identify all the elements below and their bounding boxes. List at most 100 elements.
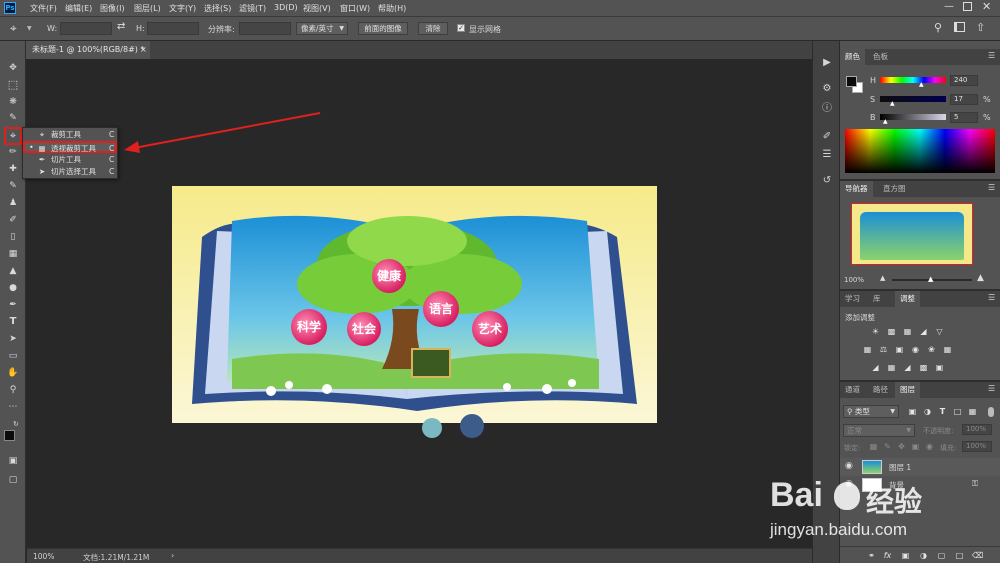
color-panel-foreground-swatch[interactable] — [846, 76, 857, 87]
layer-style-icon[interactable]: fx — [882, 551, 893, 561]
threshold-icon[interactable]: ◢ — [902, 363, 913, 373]
restore-icon[interactable] — [963, 2, 972, 11]
flyout-slice-tool[interactable]: ✒ 切片工具 C — [23, 154, 117, 166]
hue-slider[interactable] — [880, 77, 946, 83]
marquee-tool-icon[interactable]: ⬚ — [5, 78, 21, 92]
search-icon[interactable]: ⚲ — [934, 21, 942, 34]
document-size-info[interactable]: 文档:1.21M/1.21M — [83, 552, 149, 563]
vibrance-icon[interactable]: ▽ — [934, 327, 945, 337]
tab-adjustments[interactable]: 调整 — [895, 291, 920, 307]
invert-icon[interactable]: ◢ — [870, 363, 881, 373]
zoom-in-icon[interactable]: ▲ — [977, 273, 984, 283]
filter-shape-icon[interactable]: □ — [952, 407, 963, 417]
brightness-contrast-icon[interactable]: ☀ — [870, 327, 881, 337]
document-tab[interactable]: 未标题-1 @ 100%(RGB/8#) * × — [26, 41, 150, 59]
navigator-zoom-value[interactable]: 100% — [844, 276, 864, 284]
resolution-input[interactable] — [239, 22, 291, 35]
filter-adjustment-icon[interactable]: ◑ — [922, 407, 933, 417]
selective-color-icon[interactable]: ▣ — [934, 363, 945, 373]
layer-visibility-eye-icon[interactable]: ◉ — [845, 461, 853, 471]
menu-image[interactable]: 图像(I) — [100, 3, 125, 14]
flyout-slice-select-tool[interactable]: ➤ 切片选择工具 C — [23, 166, 117, 178]
panel-menu-icon[interactable]: ☰ — [988, 384, 995, 393]
color-spectrum[interactable] — [845, 129, 995, 173]
hue-saturation-icon[interactable]: ▦ — [862, 345, 873, 355]
channel-mixer-icon[interactable]: ❀ — [926, 345, 937, 355]
tab-navigator[interactable]: 导航器 — [840, 181, 873, 197]
tab-learn[interactable]: 学习 — [840, 291, 865, 307]
zoom-out-icon[interactable]: ▲ — [880, 274, 885, 282]
tab-channels[interactable]: 通道 — [840, 382, 865, 398]
blend-mode-select[interactable]: 正常 ▼ — [843, 424, 915, 437]
flyout-perspective-crop-tool[interactable]: • ▦ 透视裁剪工具 C — [23, 141, 117, 153]
posterize-icon[interactable]: ▦ — [886, 363, 897, 373]
add-mask-icon[interactable]: ▣ — [900, 551, 911, 561]
minimize-icon[interactable]: — — [944, 1, 954, 12]
black-white-icon[interactable]: ▣ — [894, 345, 905, 355]
tab-libraries[interactable]: 库 — [868, 291, 886, 307]
tab-paths[interactable]: 路径 — [868, 382, 893, 398]
tab-histogram[interactable]: 直方图 — [878, 181, 911, 197]
lock-all-icon[interactable]: ◉ — [924, 442, 935, 452]
delete-layer-icon[interactable]: ⌫ — [972, 551, 983, 561]
navigator-zoom-thumb[interactable]: ▲ — [928, 275, 933, 283]
menu-help[interactable]: 帮助(H) — [378, 3, 406, 14]
brightness-slider-thumb[interactable]: ▲ — [883, 118, 888, 125]
curves-icon[interactable]: ▦ — [902, 327, 913, 337]
width-input[interactable] — [60, 22, 112, 35]
rectangle-tool-icon[interactable]: ▭ — [5, 349, 21, 363]
close-window-icon[interactable]: ✕ — [982, 0, 991, 13]
brush-settings-icon[interactable]: ☰ — [819, 147, 835, 163]
menu-3d[interactable]: 3D(D) — [274, 3, 298, 12]
share-icon[interactable]: ⇧ — [976, 21, 985, 34]
filter-pixel-icon[interactable]: ▣ — [907, 407, 918, 417]
brushes-icon[interactable]: ✐ — [819, 129, 835, 145]
swap-dimensions-icon[interactable]: ⇄ — [117, 21, 125, 32]
blur-tool-icon[interactable]: ▲ — [5, 264, 21, 278]
menu-layer[interactable]: 图层(L) — [134, 3, 161, 14]
status-menu-chevron-icon[interactable]: › — [171, 551, 174, 560]
healing-brush-tool-icon[interactable]: ✚ — [5, 162, 21, 176]
new-adjustment-layer-icon[interactable]: ◑ — [918, 551, 929, 561]
eraser-tool-icon[interactable]: ▯ — [5, 230, 21, 244]
filter-type-icon[interactable]: T — [937, 407, 948, 417]
lasso-tool-icon[interactable]: ❋ — [5, 95, 21, 109]
show-grid-checkbox[interactable]: ✓ — [457, 24, 465, 32]
saturation-value[interactable]: 17 — [950, 94, 978, 105]
panel-menu-icon[interactable]: ☰ — [988, 183, 995, 192]
menu-view[interactable]: 视图(V) — [303, 3, 331, 14]
clone-stamp-tool-icon[interactable]: ♟ — [5, 196, 21, 210]
more-tools-icon[interactable]: ⋯ — [5, 400, 21, 414]
quick-selection-tool-icon[interactable]: ✎ — [5, 111, 21, 125]
tool-preset-chevron-icon[interactable]: ▼ — [27, 25, 32, 32]
filter-toggle[interactable] — [988, 407, 994, 417]
lock-artboard-icon[interactable]: ▣ — [910, 442, 921, 452]
height-input[interactable] — [147, 22, 199, 35]
link-layers-icon[interactable]: ⚭ — [866, 551, 877, 561]
tab-layers[interactable]: 图层 — [895, 382, 920, 398]
tab-swatches[interactable]: 色板 — [868, 49, 893, 65]
flyout-crop-tool[interactable]: ⌖ 裁剪工具 C — [23, 129, 117, 141]
lock-pixels-icon[interactable]: ✎ — [882, 442, 893, 452]
menu-select[interactable]: 选择(S) — [204, 3, 231, 14]
screen-mode-icon[interactable]: ▢ — [5, 473, 21, 487]
gradient-map-icon[interactable]: ▩ — [918, 363, 929, 373]
lock-transparency-icon[interactable]: ▦ — [868, 442, 879, 452]
swap-colors-icon[interactable]: ↻ — [13, 420, 19, 428]
photo-filter-icon[interactable]: ◉ — [910, 345, 921, 355]
tab-color[interactable]: 颜色 — [840, 49, 865, 65]
path-selection-tool-icon[interactable]: ➤ — [5, 332, 21, 346]
clear-button[interactable]: 清除 — [418, 22, 448, 35]
layer-row-1[interactable]: ◉ 图层 1 — [840, 458, 1000, 476]
menu-edit[interactable]: 编辑(E) — [65, 3, 92, 14]
crop-tool-icon[interactable]: ⌖ — [4, 127, 22, 145]
layer-filter-select[interactable]: ⚲ 类型 ▼ — [843, 405, 899, 418]
info-icon[interactable]: ⓘ — [819, 101, 835, 117]
foreground-color-swatch[interactable] — [4, 430, 15, 441]
navigator-thumbnail[interactable] — [851, 203, 973, 265]
menu-window[interactable]: 窗口(W) — [340, 3, 370, 14]
filter-smart-object-icon[interactable]: ▦ — [967, 407, 978, 417]
workspace-icon[interactable] — [954, 22, 965, 32]
resolution-unit-select[interactable]: 像素/英寸 ▼ — [296, 22, 348, 35]
brightness-value[interactable]: 5 — [950, 112, 978, 123]
